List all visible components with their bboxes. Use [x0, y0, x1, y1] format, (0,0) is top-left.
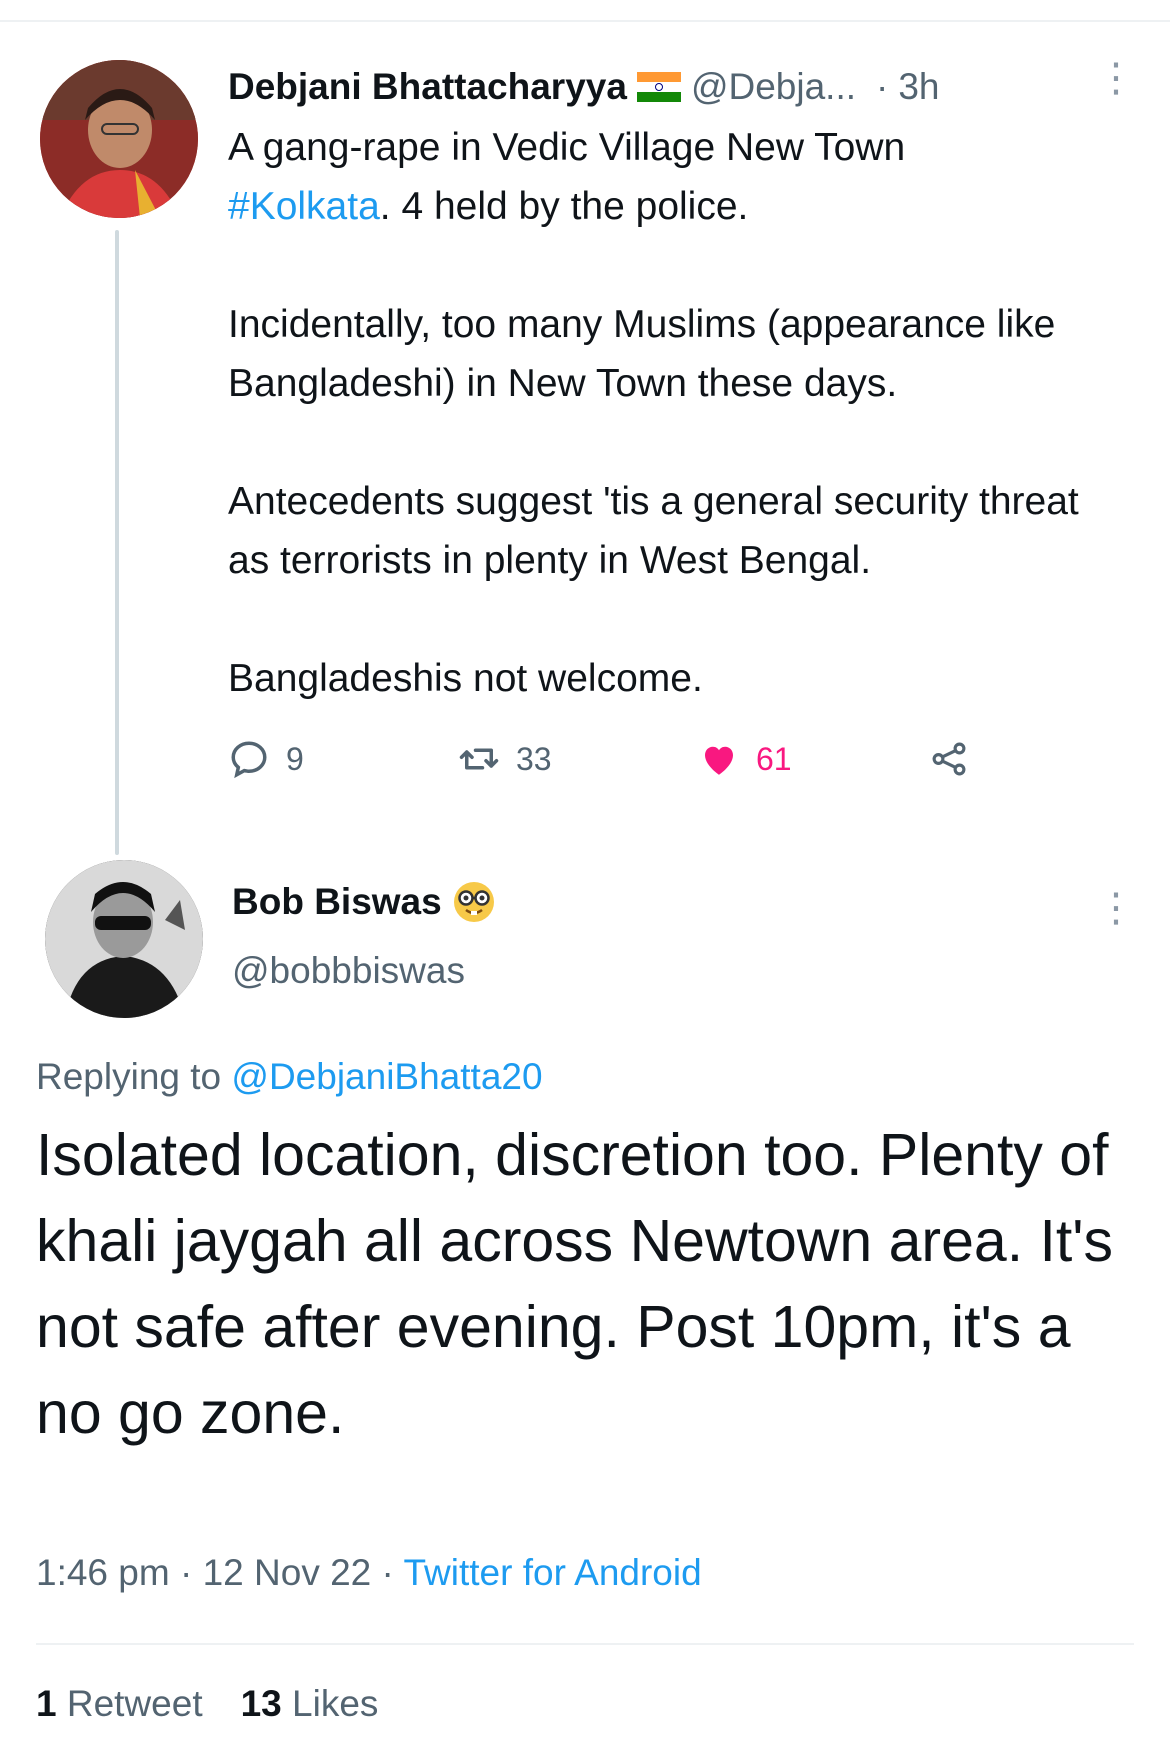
retweet-icon	[459, 748, 499, 770]
reply-author-header: Bob Biswas	[232, 880, 496, 924]
replying-to-line: Replying to @DebjaniBhatta20	[36, 1056, 543, 1098]
replying-prefix: Replying to	[36, 1056, 222, 1097]
author-name[interactable]: Debjani Bhattacharyya	[228, 66, 627, 108]
avatar-bob[interactable]	[45, 860, 203, 1018]
tweet-action-bar: 9 33 61	[228, 738, 1008, 798]
tweet-text-line1: A gang-rape in Vedic Village New Town	[228, 126, 906, 169]
replying-to-mention[interactable]: @DebjaniBhatta20	[231, 1056, 542, 1097]
author-handle[interactable]: @Debja...	[691, 66, 856, 108]
tweet-paragraph-4: Bangladeshis not welcome.	[228, 657, 703, 700]
like-count: 61	[756, 740, 792, 777]
tweet-meta: 1:46 pm · 12 Nov 22 · Twitter for Androi…	[36, 1552, 702, 1594]
stats-divider	[36, 1643, 1134, 1645]
separator-dot: ·	[876, 66, 889, 107]
share-button[interactable]	[928, 738, 970, 780]
more-options-icon[interactable]: ⋮	[1096, 888, 1136, 928]
more-options-icon[interactable]: ⋮	[1096, 58, 1136, 98]
likes-stat-count: 13	[240, 1683, 282, 1724]
india-flag-icon	[636, 72, 681, 102]
tweet-time[interactable]: 3h	[898, 66, 939, 108]
reply-button[interactable]: 9	[228, 738, 304, 780]
heart-filled-icon	[705, 746, 733, 775]
tweet-paragraph-2: Incidentally, too many Muslims (appearan…	[228, 303, 1056, 405]
like-button[interactable]: 61	[698, 738, 792, 780]
likes-stat-label: Likes	[292, 1683, 379, 1724]
meta-separator: ·	[179, 1552, 193, 1593]
tweet-stats: 1 Retweet 13 Likes	[36, 1683, 378, 1725]
tweet-text-line2: . 4 held by the police.	[379, 185, 749, 228]
reply-tweet-text: Isolated location, discretion too. Plent…	[36, 1122, 1114, 1446]
reply-author-name[interactable]: Bob Biswas	[232, 881, 442, 923]
tweet-date[interactable]: 12 Nov 22	[203, 1552, 372, 1593]
retweet-button[interactable]: 33	[458, 738, 552, 780]
thread-connector-line	[115, 230, 119, 855]
parent-tweet-text: A gang-rape in Vedic Village New Town #K…	[228, 118, 1128, 708]
top-divider	[0, 20, 1170, 22]
reply-icon	[231, 741, 267, 779]
reply-author-handle[interactable]: @bobbbiswas	[232, 950, 465, 992]
hashtag-link[interactable]: #Kolkata	[228, 185, 380, 228]
likes-stat[interactable]: 13 Likes	[241, 1683, 379, 1724]
nerd-face-icon	[453, 882, 494, 922]
share-icon	[932, 742, 966, 776]
reply-count: 9	[286, 740, 304, 777]
retweet-count: 33	[516, 740, 552, 777]
retweet-stat-label: Retweet	[66, 1683, 203, 1724]
tweet-source-link[interactable]: Twitter for Android	[404, 1552, 702, 1593]
retweet-stat-count: 1	[36, 1683, 57, 1724]
tweet-timestamp[interactable]: 1:46 pm	[36, 1552, 170, 1593]
parent-tweet-header: Debjani Bhattacharyya @Debja... · 3h	[228, 62, 1128, 112]
avatar-debjani[interactable]	[40, 60, 198, 218]
retweets-stat[interactable]: 1 Retweet	[36, 1683, 203, 1724]
meta-separator: ·	[381, 1552, 394, 1593]
tweet-paragraph-3: Antecedents suggest 'tis a general secur…	[228, 480, 1079, 582]
